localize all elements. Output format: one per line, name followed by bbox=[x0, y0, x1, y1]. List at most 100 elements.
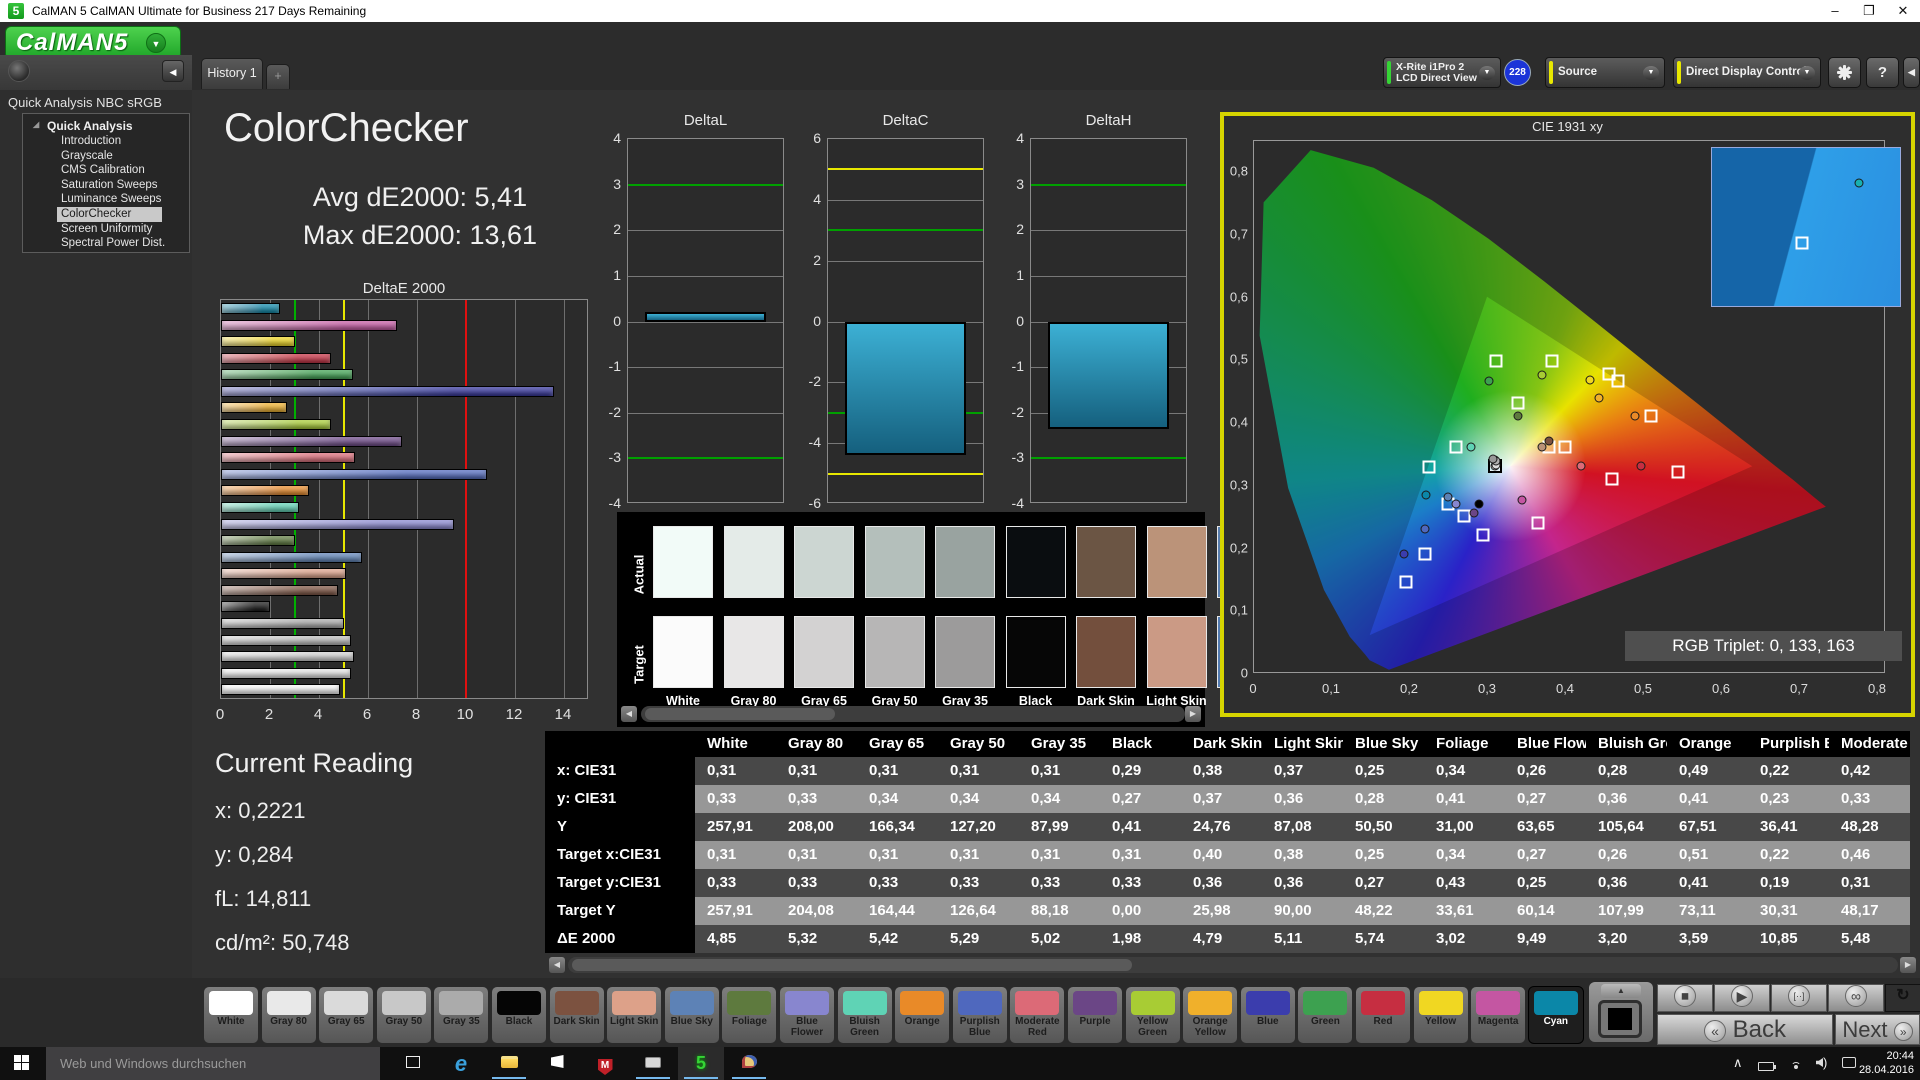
close-button[interactable]: ✕ bbox=[1886, 0, 1920, 22]
windows-store-icon[interactable] bbox=[534, 1047, 580, 1080]
taskbar-clock[interactable]: 20:44 28.04.2016 bbox=[1850, 1049, 1914, 1077]
table-cell: 63,65 bbox=[1505, 813, 1586, 841]
deltae-bar-purple bbox=[221, 436, 402, 447]
play-button[interactable]: ▶ bbox=[1714, 984, 1770, 1012]
table-scrollbar-thumb[interactable] bbox=[572, 959, 1132, 971]
column-header: White bbox=[695, 731, 776, 757]
add-tab-button[interactable]: + bbox=[266, 64, 290, 89]
mcafee-icon[interactable]: M bbox=[582, 1047, 628, 1080]
sidebar-collapse-button[interactable]: ◀ bbox=[162, 60, 184, 82]
battery-icon[interactable] bbox=[1758, 1059, 1774, 1074]
source-accent-bar bbox=[1549, 61, 1553, 84]
patch-button-bluish-green[interactable]: Bluish Green bbox=[837, 986, 893, 1044]
stop-measure-button[interactable]: ◼ bbox=[1657, 984, 1713, 1012]
patch-button-red[interactable]: Red bbox=[1355, 986, 1411, 1044]
tab-history-1[interactable]: History 1 bbox=[201, 58, 263, 89]
monitor-app-icon[interactable] bbox=[630, 1047, 676, 1080]
tray-chevron-icon[interactable]: ∧ bbox=[1733, 1055, 1743, 1071]
axis-tick-label: 0,4 bbox=[1556, 681, 1574, 696]
table-cell: 36,41 bbox=[1748, 813, 1829, 841]
sidebar-item-saturation-sweeps[interactable]: Saturation Sweeps bbox=[23, 178, 189, 193]
stop-square-button[interactable] bbox=[1598, 1000, 1642, 1038]
table-scroll-right-arrow[interactable]: ▶ bbox=[1900, 957, 1916, 973]
table-scrollbar[interactable] bbox=[568, 957, 1898, 973]
patch-button-cyan[interactable]: Cyan bbox=[1528, 986, 1584, 1044]
continuous-button[interactable]: ∞ bbox=[1828, 984, 1884, 1012]
patch-button-moderate-red[interactable]: Moderate Red bbox=[1009, 986, 1065, 1044]
patch-button-dark-skin[interactable]: Dark Skin bbox=[549, 986, 605, 1044]
display-control-label: Direct Display Control bbox=[1686, 58, 1807, 87]
patch-button-purple[interactable]: Purple bbox=[1067, 986, 1123, 1044]
restore-button[interactable]: ❐ bbox=[1852, 0, 1886, 22]
table-scroll-left-arrow[interactable]: ◀ bbox=[549, 957, 565, 973]
patch-button-yellow[interactable]: Yellow bbox=[1413, 986, 1469, 1044]
table-cell: 0,33 bbox=[695, 869, 776, 897]
logo-dropdown-icon[interactable]: ▼ bbox=[146, 33, 166, 53]
settings-button[interactable] bbox=[1828, 57, 1861, 88]
patch-button-blue-flower[interactable]: Blue Flower bbox=[779, 986, 835, 1044]
taskbar-search-input[interactable]: Web und Windows durchsuchen bbox=[46, 1047, 380, 1080]
collapse-up-icon[interactable]: ▲ bbox=[1601, 984, 1641, 998]
axis-tick-label: 2 bbox=[1000, 221, 1024, 237]
patch-button-purplish-blue[interactable]: Purplish Blue bbox=[952, 986, 1008, 1044]
display-control-dropdown[interactable]: Direct Display Control ▼ bbox=[1673, 57, 1821, 88]
next-button[interactable]: Next » bbox=[1835, 1014, 1920, 1045]
help-button[interactable]: ? bbox=[1866, 57, 1899, 88]
swatch-scrollbar-thumb[interactable] bbox=[645, 708, 835, 720]
refresh-button[interactable]: ↻ bbox=[1885, 984, 1920, 1012]
step-button[interactable]: [··] bbox=[1771, 984, 1827, 1012]
deltac-chart bbox=[827, 138, 984, 503]
paint-palette-icon[interactable] bbox=[726, 1047, 772, 1080]
workflow-title: Quick Analysis NBC sRGB bbox=[8, 95, 162, 110]
sidebar-item-cms-calibration[interactable]: CMS Calibration bbox=[23, 163, 189, 178]
wifi-icon[interactable] bbox=[1790, 1057, 1804, 1072]
table-cell: 126,64 bbox=[938, 897, 1019, 925]
patch-button-light-skin[interactable]: Light Skin bbox=[606, 986, 662, 1044]
task-view-icon[interactable] bbox=[390, 1047, 436, 1080]
collapse-right-button[interactable]: ◀ bbox=[1903, 57, 1920, 88]
swatch-scrollbar[interactable] bbox=[641, 706, 1185, 722]
start-button[interactable] bbox=[0, 1047, 46, 1080]
meter-count-badge[interactable]: 228 bbox=[1504, 59, 1531, 86]
sidebar-item-introduction[interactable]: Introduction bbox=[23, 134, 189, 149]
tree-root-item[interactable]: ◢Quick Analysis bbox=[23, 119, 189, 134]
patch-button-gray-80[interactable]: Gray 80 bbox=[261, 986, 317, 1044]
meter-dropdown[interactable]: X-Rite i1Pro 2 LCD Direct View ▼ bbox=[1383, 57, 1501, 88]
swatch-scroll-left-arrow[interactable]: ◀ bbox=[621, 706, 637, 722]
patch-button-gray-50[interactable]: Gray 50 bbox=[376, 986, 432, 1044]
edge-browser-icon[interactable]: e bbox=[438, 1047, 484, 1080]
patch-button-blue[interactable]: Blue bbox=[1240, 986, 1296, 1044]
patch-button-green[interactable]: Green bbox=[1297, 986, 1353, 1044]
measured-point-blue-flower bbox=[1451, 499, 1460, 508]
measured-point-green bbox=[1484, 377, 1493, 386]
sidebar-item-spectral-power-dist-[interactable]: Spectral Power Dist. bbox=[23, 236, 189, 251]
source-dropdown[interactable]: Source ▼ bbox=[1545, 57, 1665, 88]
calman-taskbar-icon[interactable]: 5 bbox=[678, 1047, 724, 1080]
file-explorer-icon[interactable] bbox=[486, 1047, 532, 1080]
sidebar-item-screen-uniformity[interactable]: Screen Uniformity bbox=[23, 222, 189, 237]
record-button[interactable] bbox=[8, 60, 30, 82]
patch-button-yellow-green[interactable]: Yellow Green bbox=[1125, 986, 1181, 1044]
patch-button-foliage[interactable]: Foliage bbox=[721, 986, 777, 1044]
patch-button-gray-65[interactable]: Gray 65 bbox=[318, 986, 374, 1044]
clock-date: 28.04.2016 bbox=[1850, 1063, 1914, 1077]
next-chevron-icon: » bbox=[1894, 1022, 1913, 1041]
patch-button-blue-sky[interactable]: Blue Sky bbox=[664, 986, 720, 1044]
sidebar-item-grayscale[interactable]: Grayscale bbox=[23, 149, 189, 164]
speaker-icon[interactable]: ) bbox=[1816, 1055, 1827, 1070]
patch-button-orange-yellow[interactable]: Orange Yellow bbox=[1182, 986, 1238, 1044]
sidebar-item-colorchecker[interactable]: ColorChecker bbox=[57, 207, 162, 222]
back-button[interactable]: « Back bbox=[1657, 1014, 1833, 1045]
table-cell: 3,02 bbox=[1424, 925, 1505, 953]
table-cell: 0,31 bbox=[938, 757, 1019, 785]
swatch-scroll-right-arrow[interactable]: ▶ bbox=[1185, 706, 1201, 722]
patch-button-white[interactable]: White bbox=[203, 986, 259, 1044]
table-cell: 0,38 bbox=[1262, 841, 1343, 869]
minimize-button[interactable]: – bbox=[1818, 0, 1852, 22]
patch-button-magenta[interactable]: Magenta bbox=[1470, 986, 1526, 1044]
patch-button-gray-35[interactable]: Gray 35 bbox=[433, 986, 489, 1044]
sidebar-item-luminance-sweeps[interactable]: Luminance Sweeps bbox=[23, 192, 189, 207]
patch-button-black[interactable]: Black bbox=[491, 986, 547, 1044]
actual-swatch-2 bbox=[794, 526, 854, 598]
patch-button-orange[interactable]: Orange bbox=[894, 986, 950, 1044]
